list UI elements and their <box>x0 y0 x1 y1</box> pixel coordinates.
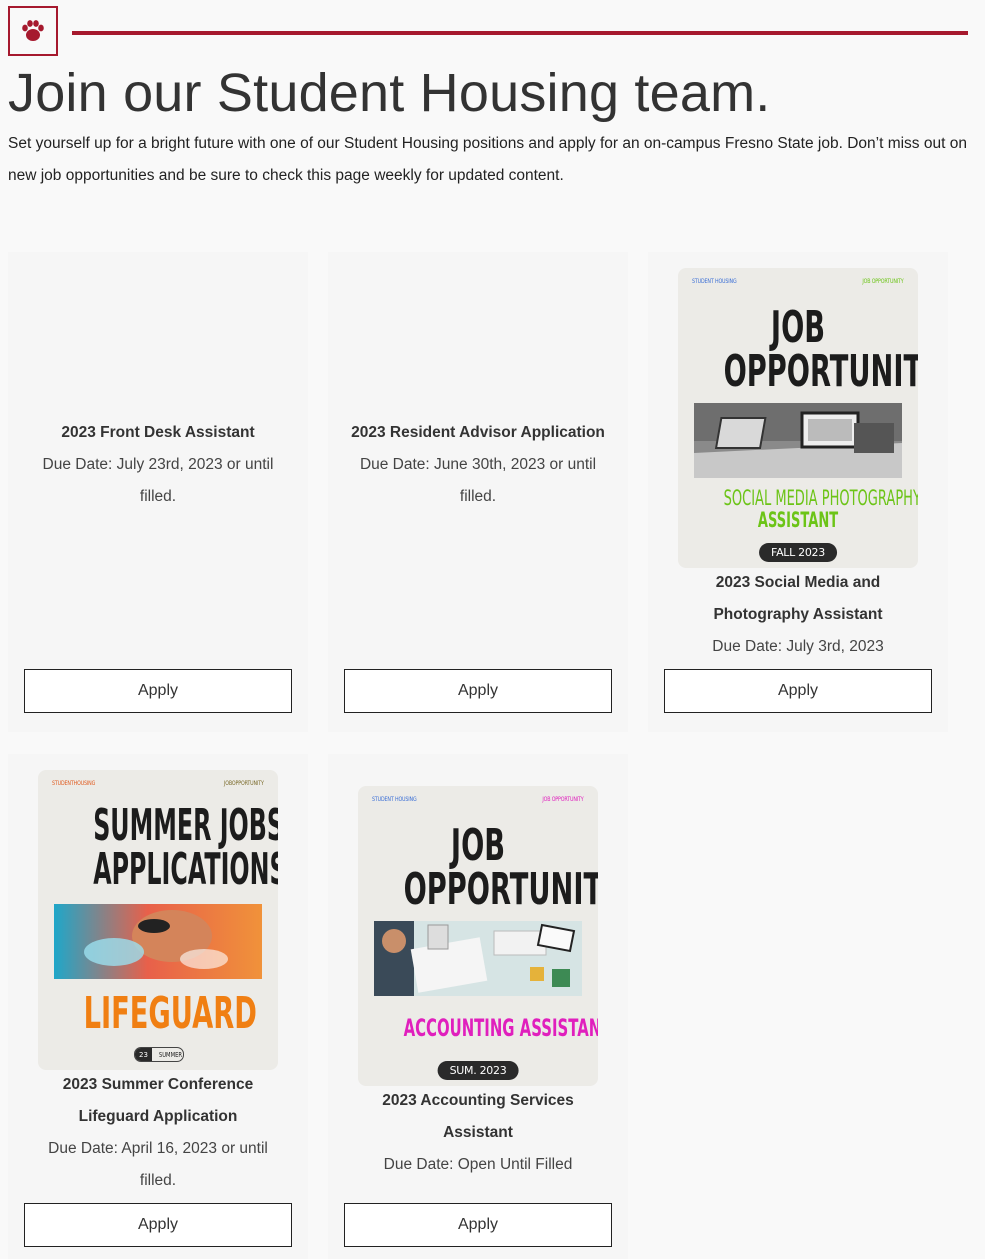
pill-season: SUMMER <box>158 1050 182 1059</box>
paw-icon <box>22 20 44 41</box>
job-card-social-media: STUDENT HOUSING JOB OPPORTUNITY JOB OPPO… <box>648 252 948 732</box>
job-card-lifeguard: STUDENTHOUSING JOBOPPORTUNITY SUMMER JOB… <box>8 754 308 1259</box>
poster-label-left: STUDENT HOUSING <box>692 278 737 285</box>
page-title: Join our Student Housing team. <box>8 63 771 123</box>
apply-button[interactable]: Apply <box>24 669 292 713</box>
poster-photo <box>694 403 902 478</box>
poster-headline-2: OPPORTUNITY <box>403 864 598 915</box>
apply-button[interactable]: Apply <box>344 1203 612 1247</box>
poster-season-pill: SUM. 2023 <box>437 1061 519 1080</box>
poster-headline-2: APPLICATIONS <box>93 844 278 895</box>
poster-headline-2: OPPORTUNITY <box>723 346 918 397</box>
job-title: 2023 Accounting Services Assistant <box>382 1092 574 1141</box>
poster-subtitle-1: SOCIAL MEDIA PHOTOGRAPHY <box>723 486 918 510</box>
job-title: 2023 Front Desk Assistant <box>61 424 255 441</box>
poster-label-right: JOBOPPORTUNITY <box>224 780 264 787</box>
job-poster-image[interactable]: STUDENT HOUSING JOB OPPORTUNITY JOB OPPO… <box>358 786 598 1086</box>
page-header <box>8 6 968 60</box>
intro-text: Set yourself up for a bright future with… <box>8 135 967 184</box>
poster-subtitle-2: ASSISTANT <box>757 508 839 532</box>
poster-subtitle-1: ACCOUNTING ASSISTANT <box>403 1014 598 1042</box>
poster-season-pill: 23 SUMMER <box>134 1047 184 1062</box>
job-due-date: Due Date: July 3rd, 2023 <box>712 638 884 655</box>
apply-button[interactable]: Apply <box>24 1203 292 1247</box>
poster-label-right: JOB OPPORTUNITY <box>542 796 584 803</box>
apply-button[interactable]: Apply <box>664 669 932 713</box>
poster-label-left: STUDENT HOUSING <box>372 796 417 803</box>
job-card-resident-advisor: 2023 Resident Advisor Application Due Da… <box>328 252 628 732</box>
poster-label-right: JOB OPPORTUNITY <box>862 278 904 285</box>
job-title: 2023 Resident Advisor Application <box>351 424 605 441</box>
apply-button[interactable]: Apply <box>344 669 612 713</box>
poster-season-pill: FALL 2023 <box>759 543 837 562</box>
poster-photo <box>374 921 582 996</box>
job-card-accounting: STUDENT HOUSING JOB OPPORTUNITY JOB OPPO… <box>328 754 628 1259</box>
header-divider <box>72 31 968 35</box>
poster-headline-1: SUMMER JOBS <box>93 800 278 851</box>
job-due-date: Due Date: April 16, 2023 or until filled… <box>48 1140 268 1189</box>
job-due-date: Due Date: June 30th, 2023 or until fille… <box>359 456 597 505</box>
job-poster-image[interactable]: STUDENTHOUSING JOBOPPORTUNITY SUMMER JOB… <box>38 770 278 1070</box>
job-poster-image[interactable]: STUDENT HOUSING JOB OPPORTUNITY JOB OPPO… <box>678 268 918 568</box>
poster-headline-1: JOB <box>770 302 826 353</box>
poster-headline-1: JOB <box>450 820 506 871</box>
poster-label-left: STUDENTHOUSING <box>52 780 96 787</box>
job-title: 2023 Social Media and Photography Assist… <box>713 574 883 623</box>
pill-year: 23 <box>135 1048 152 1061</box>
job-due-date: Due Date: July 23rd, 2023 or until fille… <box>42 456 274 505</box>
poster-subtitle-1: LIFEGUARD <box>83 988 257 1039</box>
poster-photo <box>54 904 262 979</box>
job-card-front-desk: 2023 Front Desk Assistant Due Date: July… <box>8 252 308 732</box>
job-title: 2023 Summer Conference Lifeguard Applica… <box>62 1076 254 1125</box>
job-due-date: Due Date: Open Until Filled <box>383 1156 573 1173</box>
logo-badge[interactable] <box>8 6 58 56</box>
